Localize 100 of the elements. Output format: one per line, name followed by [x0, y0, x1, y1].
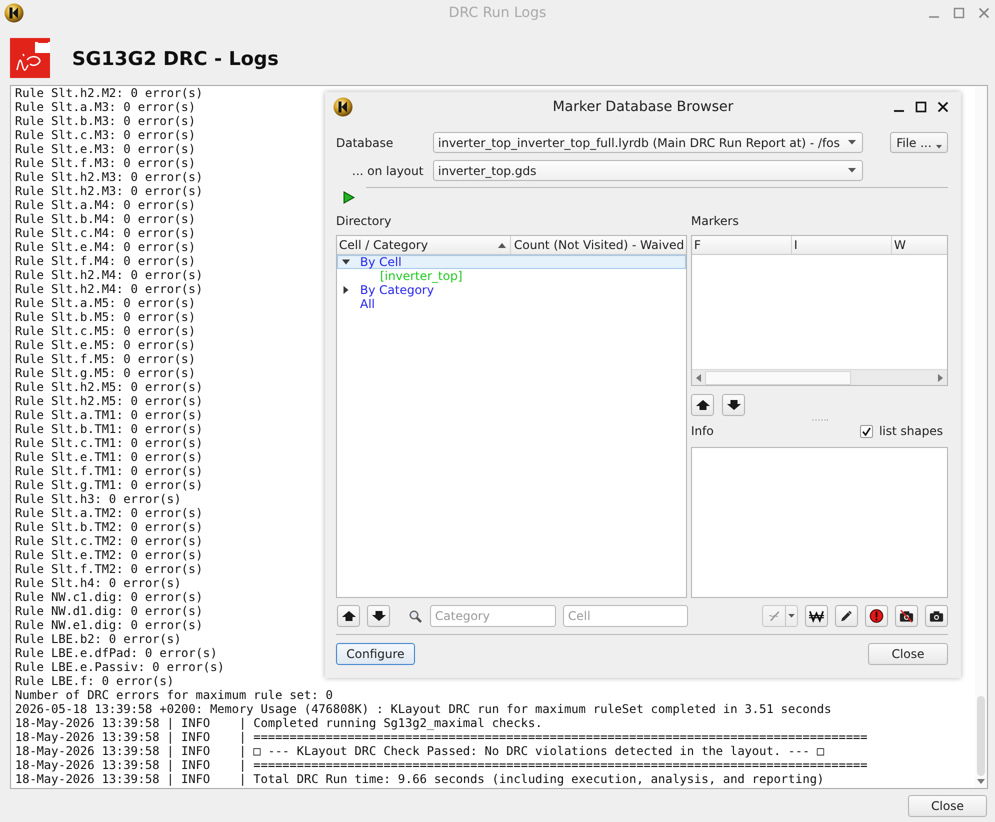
pen-icon	[766, 609, 782, 623]
column-header[interactable]: F	[692, 236, 792, 254]
checkbox[interactable]	[860, 424, 874, 438]
file-menu-button[interactable]: File ...	[890, 132, 948, 153]
log-line: Rule Slt.g.M5: 0 error(s)	[15, 366, 196, 380]
log-line: Rule Slt.c.M4: 0 error(s)	[15, 226, 196, 240]
page-title: SG13G2 DRC - Logs	[72, 47, 279, 71]
important-button[interactable]	[865, 605, 888, 627]
sort-arrow-icon	[498, 242, 506, 248]
next-button[interactable]	[722, 394, 745, 416]
caret-icon	[848, 140, 856, 145]
scrollbar-thumb[interactable]	[977, 696, 985, 776]
log-line: 2026-05-18 13:39:58 +0200: Memory Usage (476808K) : KLayout DRC run for maximum ruleSet completed in 3.51 seconds	[15, 702, 832, 716]
log-line: Rule Slt.e.M4: 0 error(s)	[15, 240, 196, 254]
up-arrow-icon	[342, 611, 356, 621]
scrollbar-thumb[interactable]	[705, 370, 851, 384]
log-line: Rule Slt.f.M5: 0 error(s)	[15, 352, 196, 366]
window-title: DRC Run Logs	[448, 5, 546, 21]
log-line: Rule Slt.h3: 0 error(s)	[15, 492, 182, 506]
maximize-icon[interactable]	[915, 101, 927, 113]
vertical-scrollbar[interactable]	[975, 86, 987, 788]
expand-arrow-icon[interactable]	[342, 258, 350, 266]
log-line: Rule LBE.e.dfPad: 0 error(s)	[15, 646, 218, 660]
section-label: Info	[691, 424, 714, 438]
section-label: Markers	[691, 214, 739, 228]
filter-field[interactable]: Cell	[563, 605, 688, 627]
column-header[interactable]: Cell / Category	[337, 236, 511, 254]
log-line: Rule Slt.f.TM2: 0 error(s)	[15, 562, 203, 576]
next-button[interactable]	[367, 605, 390, 627]
tree-item[interactable]: All	[337, 297, 686, 311]
edit-button[interactable]	[835, 605, 858, 627]
section-label: Directory	[336, 214, 392, 228]
down-arrow-icon	[726, 400, 740, 410]
caret-icon	[848, 168, 856, 173]
remove-snapshot-button[interactable]	[895, 605, 918, 627]
previous-button[interactable]	[337, 605, 360, 627]
crossed-camera-icon	[899, 609, 914, 623]
log-line: Rule LBE.e.Passiv: 0 error(s)	[15, 660, 225, 674]
log-line: Rule Slt.f.M4: 0 error(s)	[15, 254, 196, 268]
log-line: Rule Slt.h2.M3: 0 error(s)	[15, 170, 203, 184]
log-line: 18-May-2026 13:39:58 | INFO | □ --- KLayout DRC Check Passed: No DRC violations detected in the layout. --- □	[15, 744, 824, 758]
layout-dropdown[interactable]: inverter_top.gds	[433, 160, 863, 181]
crossed-w-icon	[809, 609, 824, 623]
snapshot-button[interactable]	[925, 605, 948, 627]
pencil-icon	[839, 609, 854, 623]
column-header[interactable]: W	[892, 236, 947, 254]
caret-icon	[936, 145, 942, 149]
up-arrow-icon	[696, 400, 710, 410]
tree-item[interactable]: By Category	[337, 283, 686, 297]
logo-icon	[10, 38, 50, 78]
dialog-title: Marker Database Browser	[552, 99, 734, 115]
log-line: Rule NW.c1.dig: 0 error(s)	[15, 590, 203, 604]
log-line: Number of DRC errors for maximum rule set: 0	[15, 688, 333, 702]
app-logo-icon	[4, 3, 24, 23]
log-line: Rule Slt.b.M3: 0 error(s)	[15, 114, 196, 128]
scroll-left-arrow-icon[interactable]	[696, 374, 701, 382]
field-label: Database	[336, 136, 394, 150]
log-line: Rule Slt.e.M5: 0 error(s)	[15, 338, 196, 352]
log-line: Rule Slt.a.M3: 0 error(s)	[15, 100, 196, 114]
column-header[interactable]: I	[792, 236, 892, 254]
waive-button[interactable]	[805, 605, 828, 627]
expand-arrow-icon[interactable]	[342, 286, 350, 294]
log-line: Rule Slt.c.TM2: 0 error(s)	[15, 534, 203, 548]
log-line: Rule Slt.f.M3: 0 error(s)	[15, 156, 196, 170]
previous-button[interactable]	[691, 394, 714, 416]
log-line: Rule Slt.h4: 0 error(s)	[15, 576, 182, 590]
log-line: Rule Slt.b.TM1: 0 error(s)	[15, 422, 203, 436]
checkbox-label[interactable]: list shapes	[879, 424, 943, 438]
tree-item[interactable]: By Cell	[337, 255, 686, 269]
filter-field[interactable]: Category	[430, 605, 556, 627]
scroll-right-arrow-icon[interactable]	[938, 374, 943, 382]
caret-icon	[788, 614, 796, 618]
column-header[interactable]: Count (Not Visited) - Waived	[511, 236, 686, 254]
field-label: ... on layout	[351, 164, 424, 178]
database-dropdown[interactable]: inverter_top_inverter_top_full.lyrdb (Main DRC Run Report at) - /fos	[433, 132, 863, 153]
log-line: Rule Slt.h2.M2: 0 error(s)	[15, 86, 203, 100]
close-icon[interactable]	[937, 101, 949, 113]
log-line: Rule Slt.f.TM1: 0 error(s)	[15, 464, 203, 478]
configure-button[interactable]: Configure	[336, 643, 415, 665]
log-line: Rule Slt.e.M3: 0 error(s)	[15, 142, 196, 156]
horizontal-scrollbar[interactable]	[692, 369, 947, 385]
log-line: Rule Slt.a.TM1: 0 error(s)	[15, 408, 203, 422]
log-line: Rule Slt.c.M5: 0 error(s)	[15, 324, 196, 338]
log-line: Rule Slt.g.TM1: 0 error(s)	[15, 478, 203, 492]
log-line: Rule Slt.a.TM2: 0 error(s)	[15, 506, 203, 520]
log-line: Rule LBE.f: 0 error(s)	[15, 674, 174, 688]
log-line: Rule Slt.h2.M5: 0 error(s)	[15, 380, 203, 394]
close-button[interactable]: Close	[868, 643, 948, 665]
log-line: Rule Slt.h2.M3: 0 error(s)	[15, 184, 203, 198]
log-line: Rule NW.e1.dig: 0 error(s)	[15, 618, 203, 632]
close-button[interactable]: Close	[908, 795, 987, 817]
log-line: Rule Slt.b.M4: 0 error(s)	[15, 212, 196, 226]
log-line: Rule Slt.a.M5: 0 error(s)	[15, 296, 196, 310]
camera-icon	[929, 609, 944, 623]
log-line: 18-May-2026 13:39:58 | INFO | Total DRC Run time: 9.66 seconds (including execution, analysis, and reporting)	[15, 772, 824, 786]
log-line: Rule Slt.h2.M5: 0 error(s)	[15, 394, 203, 408]
log-line: Rule NW.d1.dig: 0 error(s)	[15, 604, 203, 618]
scroll-down-arrow-icon[interactable]	[977, 779, 985, 784]
log-line: 18-May-2026 13:39:58 | INFO | =====================================================================================	[15, 758, 868, 772]
play-icon[interactable]	[343, 191, 355, 204]
